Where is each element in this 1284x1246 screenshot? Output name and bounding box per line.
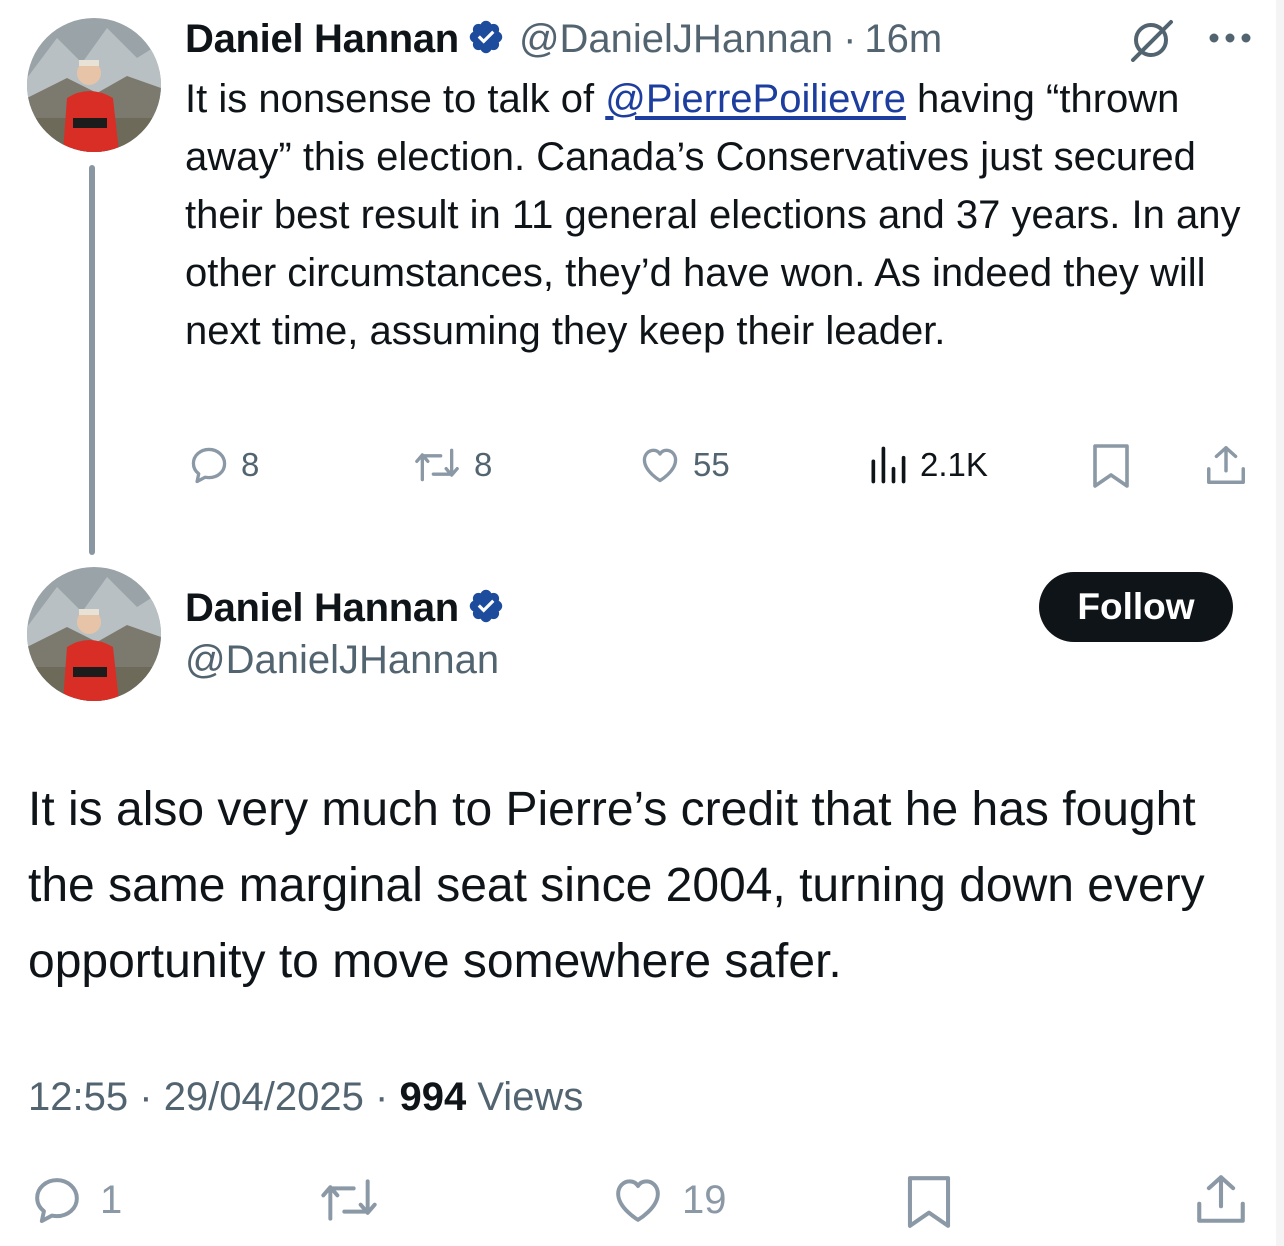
reply-icon xyxy=(35,1178,79,1223)
reply-button[interactable]: 8 xyxy=(187,443,259,487)
verified-badge-icon xyxy=(467,18,505,61)
like-button[interactable]: 19 xyxy=(608,1172,727,1228)
main-tweet-header: Daniel Hannan xyxy=(185,583,505,633)
repost-button[interactable] xyxy=(314,1172,384,1233)
like-icon xyxy=(616,1179,660,1222)
repost-icon xyxy=(415,448,459,482)
share-button[interactable] xyxy=(1192,1170,1250,1233)
thread-connector-line xyxy=(89,165,95,555)
bookmark-button[interactable] xyxy=(1090,442,1132,495)
grok-icon[interactable] xyxy=(1127,16,1177,67)
mention-link[interactable]: @PierrePoilievre xyxy=(605,77,906,121)
follow-button[interactable]: Follow xyxy=(1039,572,1233,642)
repost-count: 8 xyxy=(474,446,493,483)
bookmark-icon xyxy=(1093,444,1129,488)
views-count: 994 xyxy=(399,1075,467,1119)
share-button[interactable] xyxy=(1203,442,1249,493)
tweet-text-start: It is nonsense to talk of xyxy=(185,77,606,121)
avatar[interactable] xyxy=(27,18,161,152)
author-name[interactable]: Daniel Hannan xyxy=(185,586,459,631)
scrollbar-edge xyxy=(1276,0,1284,1246)
reply-count: 8 xyxy=(241,446,260,483)
like-count: 55 xyxy=(693,446,730,483)
separator-dot: · xyxy=(843,16,857,61)
views-label: Views xyxy=(477,1075,584,1119)
tweet-time[interactable]: 12:55 xyxy=(28,1075,128,1119)
like-button[interactable]: 55 xyxy=(637,443,730,487)
reply-icon xyxy=(191,447,227,484)
like-icon xyxy=(642,448,678,483)
timestamp[interactable]: 16m xyxy=(864,17,942,62)
main-tweet-text: It is also very much to Pierre’s credit … xyxy=(28,783,1205,988)
bookmark-icon xyxy=(907,1176,951,1228)
separator-dot: · xyxy=(139,1075,153,1119)
repost-icon xyxy=(321,1179,377,1221)
reply-tweet-header: Daniel Hannan @DanielJHannan · 16m xyxy=(185,14,942,64)
tweet-meta: 12:55 · 29/04/2025 · 994 Views xyxy=(28,1075,583,1120)
reply-count: 1 xyxy=(100,1177,123,1222)
reply-tweet-text: It is nonsense to talk of @PierrePoiliev… xyxy=(185,70,1265,360)
views-button[interactable]: 2.1K xyxy=(866,443,988,487)
author-handle[interactable]: @DanielJHannan xyxy=(519,17,833,62)
separator-dot: · xyxy=(375,1075,389,1119)
more-icon[interactable] xyxy=(1208,30,1252,51)
author-handle[interactable]: @DanielJHannan xyxy=(185,638,499,683)
bookmark-button[interactable] xyxy=(904,1172,954,1237)
like-count: 19 xyxy=(682,1177,727,1222)
views-icon xyxy=(871,446,906,484)
avatar[interactable] xyxy=(27,567,161,701)
repost-button[interactable]: 8 xyxy=(410,443,492,487)
author-name[interactable]: Daniel Hannan xyxy=(185,17,459,62)
views-count: 2.1K xyxy=(920,446,988,483)
tweet-date[interactable]: 29/04/2025 xyxy=(164,1075,364,1119)
reply-button[interactable]: 1 xyxy=(28,1172,122,1228)
verified-badge-icon xyxy=(467,587,505,630)
share-icon xyxy=(1197,1175,1245,1223)
share-icon xyxy=(1207,446,1245,484)
